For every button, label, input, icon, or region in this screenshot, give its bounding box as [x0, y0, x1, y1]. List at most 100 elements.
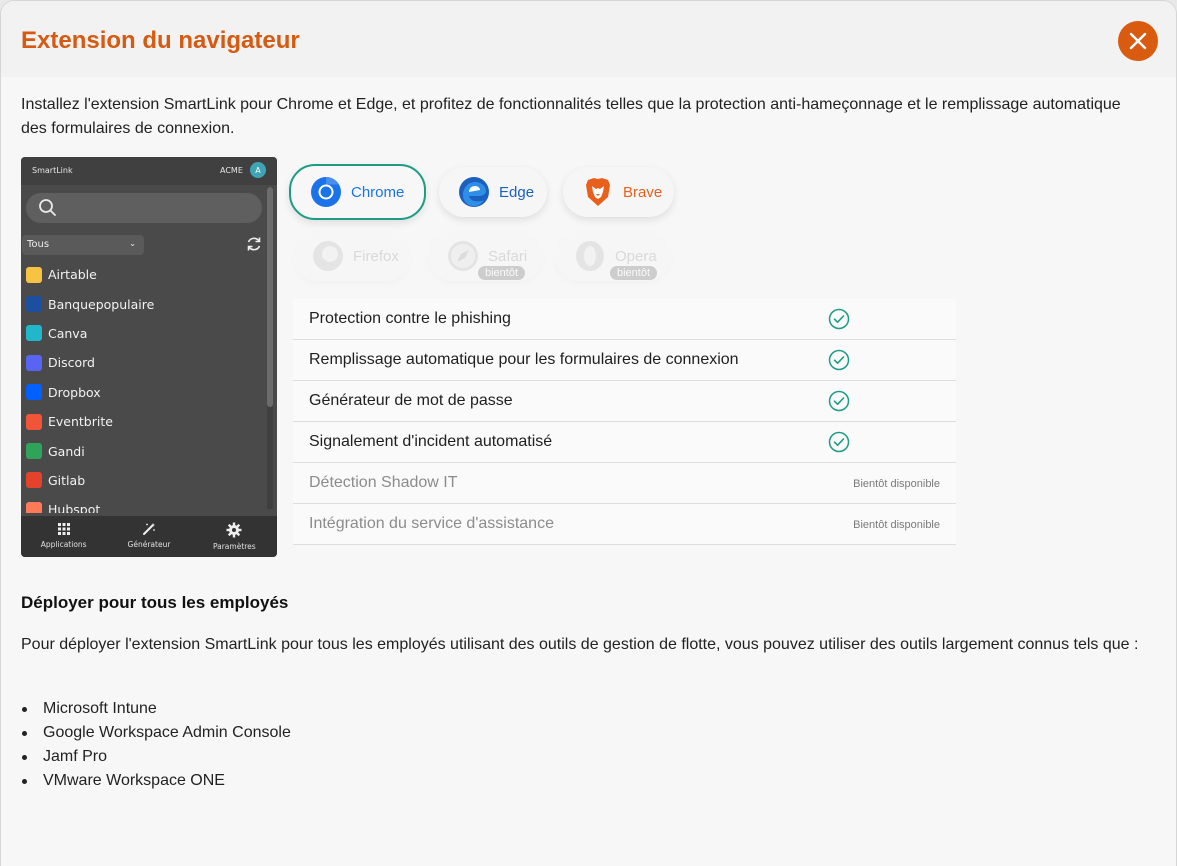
- browser-chip-opera: Opera bientôt: [555, 231, 671, 281]
- app-logo-icon: [26, 354, 42, 371]
- browser-chip-brave[interactable]: Brave: [563, 167, 674, 217]
- tab-label: Paramètres: [212, 542, 256, 551]
- browser-name: Chrome: [351, 183, 405, 201]
- browser-name: Safari: [488, 247, 528, 265]
- coming-soon-label: Bientôt disponible: [853, 478, 940, 490]
- feature-label: Signalement d'incident automatisé: [309, 433, 553, 450]
- feature-label: Intégration du service d'assistance: [309, 515, 554, 532]
- deploy-tool-item: Google Workspace Admin Console: [21, 721, 291, 745]
- edge-icon: [459, 177, 489, 207]
- coming-soon-label: Bientôt disponible: [853, 519, 940, 531]
- features-table: Protection contre le phishing Remplissage…: [293, 299, 956, 545]
- preview-app-label: Gandi: [48, 443, 85, 459]
- preview-app-item: Eventbrite: [21, 407, 265, 436]
- feature-label: Générateur de mot de passe: [309, 392, 513, 409]
- app-logo-icon: [26, 443, 42, 460]
- browser-chip-firefox: Firefox: [293, 231, 411, 281]
- chevron-down-icon: ⌄: [129, 239, 136, 248]
- browser-name: Edge: [499, 183, 535, 201]
- app-logo-icon: [26, 472, 42, 489]
- preview-app-label: Airtable: [48, 267, 97, 283]
- preview-app-list: Airtable Banquepopulaire Canva Discord Dropb…: [21, 260, 265, 513]
- firefox-icon: [313, 241, 343, 271]
- feature-label: Détection Shadow IT: [309, 474, 458, 491]
- browser-chip-edge[interactable]: Edge: [439, 167, 547, 217]
- deploy-tool-item: VMware Workspace ONE: [21, 769, 291, 793]
- opera-icon: [576, 241, 604, 271]
- preview-app-item: Discord: [21, 348, 265, 377]
- preview-org: ACME: [220, 166, 243, 175]
- check-circle-icon: [828, 308, 850, 330]
- preview-app-label: Gitlab: [48, 472, 86, 488]
- check-circle-icon: [828, 390, 850, 412]
- soon-badge: bientôt: [610, 266, 658, 280]
- feature-label: Remplissage automatique pour les formula…: [309, 351, 739, 368]
- close-button[interactable]: [1118, 21, 1158, 61]
- soon-badge: bientôt: [478, 266, 526, 280]
- feature-row: Générateur de mot de passe: [293, 381, 956, 422]
- preview-scrollbar: [267, 187, 273, 509]
- app-logo-icon: [26, 325, 42, 342]
- preview-filter-select: Tous ⌄: [22, 235, 144, 255]
- safari-compass-icon: [448, 241, 478, 271]
- preview-app-item: Hubspot: [21, 495, 265, 513]
- preview-tab-generator: Générateur: [106, 516, 191, 557]
- feature-label: Protection contre le phishing: [309, 310, 511, 327]
- feature-row: Remplissage automatique pour les formula…: [293, 340, 956, 381]
- preview-app-item: Gandi: [21, 436, 265, 465]
- preview-app-label: Discord: [48, 355, 95, 371]
- check-circle-icon: [828, 349, 850, 371]
- tab-label: Générateur: [127, 540, 171, 549]
- close-icon: [1129, 32, 1147, 50]
- preview-app-label: Canva: [48, 325, 88, 341]
- feature-row: Détection Shadow IT Bientôt disponible: [293, 463, 956, 504]
- avatar: A: [250, 162, 266, 178]
- app-logo-icon: [26, 501, 42, 513]
- deploy-tools-list: Microsoft Intune Google Workspace Admin C…: [21, 697, 291, 793]
- check-circle-icon: [828, 431, 850, 453]
- preview-app-item: Canva: [21, 319, 265, 348]
- feature-row: Protection contre le phishing: [293, 299, 956, 340]
- preview-topbar: SmartLink ACME A: [21, 157, 277, 185]
- app-logo-icon: [26, 384, 42, 401]
- chrome-icon: [311, 177, 341, 207]
- browser-name: Firefox: [353, 247, 399, 265]
- modal-title: Extension du navigateur: [21, 27, 300, 54]
- preview-app-item: Banquepopulaire: [21, 289, 265, 318]
- feature-row: Intégration du service d'assistance Bient…: [293, 504, 956, 545]
- app-logo-icon: [26, 296, 42, 313]
- feature-row: Signalement d'incident automatisé: [293, 422, 956, 463]
- browser-name: Opera: [615, 247, 657, 265]
- preview-app-item: Gitlab: [21, 466, 265, 495]
- brave-lion-icon: [586, 178, 610, 206]
- magic-wand-icon: [142, 523, 155, 535]
- preview-filter-value: Tous: [27, 239, 50, 250]
- extension-preview: SmartLink ACME A Tous ⌄ Airtable Banquep…: [21, 157, 277, 557]
- modal-header: Extension du navigateur: [1, 1, 1176, 77]
- tab-label: Applications: [40, 540, 87, 549]
- preview-brand: SmartLink: [32, 166, 73, 175]
- deploy-tool-item: Jamf Pro: [21, 745, 291, 769]
- preview-app-label: Dropbox: [48, 384, 101, 400]
- preview-app-label: Eventbrite: [48, 414, 113, 430]
- app-logo-icon: [26, 413, 42, 430]
- grid-icon: [57, 523, 70, 535]
- preview-app-item: Dropbox: [21, 378, 265, 407]
- preview-bottom-nav: Applications Générateur Paramètres: [21, 516, 277, 557]
- preview-tab-applications: Applications: [21, 516, 106, 557]
- gear-icon: [226, 522, 242, 538]
- deploy-tool-item: Microsoft Intune: [21, 697, 291, 721]
- preview-app-label: Hubspot: [48, 502, 101, 513]
- preview-app-item: Airtable: [21, 260, 265, 289]
- avatar-initial: A: [255, 165, 261, 175]
- browser-chip-chrome[interactable]: Chrome: [289, 164, 426, 220]
- preview-body: Tous ⌄ Airtable Banquepopulaire Canva Disco…: [21, 185, 277, 516]
- preview-search-input: [26, 193, 262, 223]
- preview-tab-settings: Paramètres: [192, 516, 277, 557]
- intro-text: Installez l'extension SmartLink pour Chr…: [21, 96, 1121, 137]
- app-logo-icon: [26, 266, 42, 283]
- search-icon: [39, 199, 56, 216]
- browser-name: Brave: [623, 183, 663, 201]
- refresh-icon: [247, 237, 261, 251]
- browser-chip-safari: Safari bientôt: [428, 231, 543, 281]
